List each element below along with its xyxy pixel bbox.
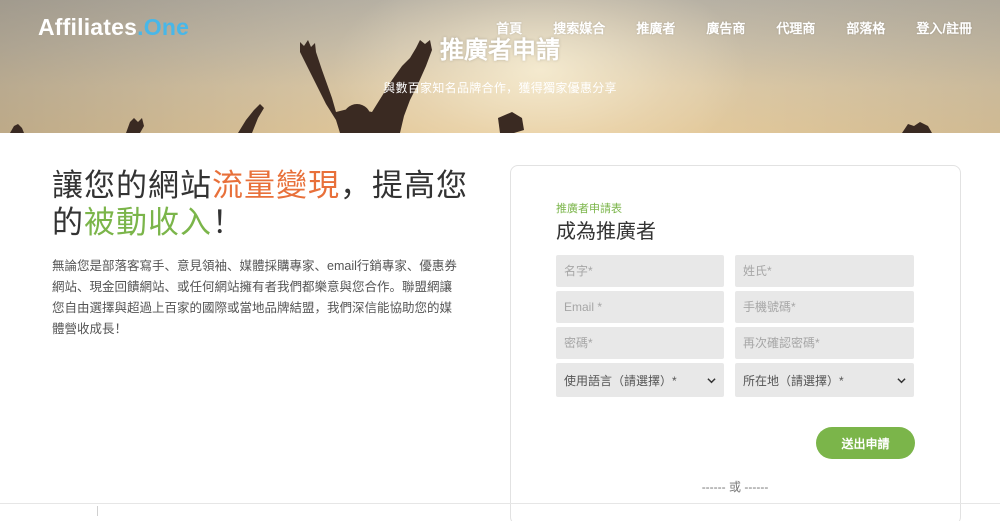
headline-highlight-traffic: 流量變現 [212,168,340,203]
submit-application-button[interactable]: 送出申請 [816,427,915,459]
form-title: 成為推廣者 [556,221,656,243]
location-select-value: 所在地（請選擇）* [743,373,844,388]
intro-description: 無論您是部落客寫手、意見領袖、媒體採購專家、email行銷專家、優惠券網站、現金… [52,259,457,336]
headline-text-1: 讓您的網站 [52,168,212,203]
hero-banner: Affiliates.One 首頁 搜索媒合 推廣者 廣告商 代理商 部落格 登… [0,0,1000,133]
language-select-value: 使用語言（請選擇）* [564,373,677,388]
form-kicker: 推廣者申請表 [556,203,622,215]
phone-field[interactable] [735,291,914,323]
footer-divider [0,503,1000,504]
chevron-down-icon [897,377,906,383]
first-name-field[interactable] [556,255,724,287]
language-select[interactable]: 使用語言（請選擇）* [556,363,724,397]
or-divider: ------ 或 ------ [701,480,769,494]
page-title: 推廣者申請 [440,37,560,64]
location-select[interactable]: 所在地（請選擇）* [735,363,914,397]
chevron-down-icon [707,377,716,383]
headline-highlight-income: 被動收入 [84,205,212,240]
page-subtitle: 與數百家知名品牌合作，獲得獨家優惠分享 [383,81,617,95]
footer-tick [97,506,98,516]
headline-text-3: ！ [212,205,244,240]
intro-headline: 讓您的網站流量變現，提高您的被動收入！ [52,167,472,241]
email-field[interactable] [556,291,724,323]
last-name-field[interactable] [735,255,914,287]
password-field[interactable] [556,327,724,359]
password-confirm-field[interactable] [735,327,914,359]
